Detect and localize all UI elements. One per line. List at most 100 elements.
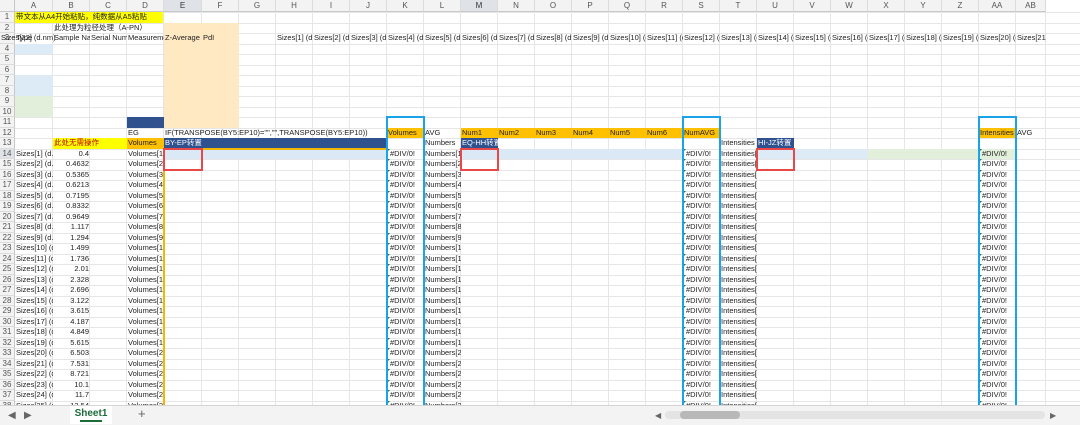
row-header-25[interactable]: 25	[0, 264, 15, 275]
intensities-label-cell[interactable]: Intensities[23] (%)	[720, 380, 757, 391]
volumes-avg-cell[interactable]: #DIV/0!	[387, 359, 424, 370]
header-cell[interactable]: Sizes[21] (d.nm)	[1016, 33, 1046, 44]
numavg-cell[interactable]: #DIV/0!	[683, 359, 720, 370]
size-label-cell[interactable]: Sizes[24] (d.nm)	[15, 390, 53, 401]
size-label-cell[interactable]: Sizes[15] (d.nm)	[15, 296, 53, 307]
row-header-11[interactable]: 11	[0, 117, 15, 128]
column-header-z[interactable]: Z	[942, 0, 979, 12]
header-cell[interactable]: Measurement	[127, 33, 164, 44]
size-label-cell[interactable]: Sizes[16] (d.nm)	[15, 306, 53, 317]
intensities-avg-cell[interactable]: #DIV/0!	[979, 306, 1016, 317]
size-value-cell[interactable]: 8.721	[53, 369, 90, 380]
column-header-n[interactable]: N	[498, 0, 535, 12]
volumes-avg-cell[interactable]: #DIV/0!	[387, 254, 424, 265]
scroll-right-arrow-icon[interactable]: ▶	[1050, 409, 1056, 423]
volumes-avg-cell[interactable]: #DIV/0!	[387, 191, 424, 202]
size-value-cell[interactable]: 3.122	[53, 296, 90, 307]
row-header-21[interactable]: 21	[0, 222, 15, 233]
size-label-cell[interactable]: Sizes[22] (d.nm)	[15, 369, 53, 380]
numbers-label[interactable]: Numbers	[424, 138, 461, 149]
intensities-label-cell[interactable]: Intensities[20] (%)	[720, 348, 757, 359]
volumes-avg-cell[interactable]: #DIV/0!	[387, 338, 424, 349]
size-label-cell[interactable]: Sizes[14] (d.nm)	[15, 285, 53, 296]
header-cell[interactable]: Sizes[9] (d.nm)	[572, 33, 609, 44]
volumes-avg-cell[interactable]: #DIV/0!	[387, 296, 424, 307]
row-header-12[interactable]: 12	[0, 127, 15, 138]
intensities-label-cell[interactable]: Intensities[2] (%)	[720, 159, 757, 170]
row-header-13[interactable]: 13	[0, 138, 15, 149]
header-cell[interactable]: Sizes[14] (d.nm)	[757, 33, 794, 44]
column-header-r[interactable]: R	[646, 0, 683, 12]
header-cell[interactable]: Sizes[13] (d.nm)	[720, 33, 757, 44]
numbers-label-cell[interactable]: Numbers[15] (%)	[424, 296, 461, 307]
volumes-label-cell[interactable]: Volumes[23] (%)	[127, 380, 164, 391]
row-header-16[interactable]: 16	[0, 169, 15, 180]
intensities-label-cell[interactable]: Intensities[14] (%)	[720, 285, 757, 296]
numavg-cell[interactable]: #DIV/0!	[683, 170, 720, 181]
intensities-label-cell[interactable]: Intensities[8] (%)	[720, 222, 757, 233]
size-value-cell[interactable]: 0.5365	[53, 170, 90, 181]
intensities-avg-cell[interactable]: #DIV/0!	[979, 159, 1016, 170]
process-note[interactable]: 此处理为粒径处理（A-PN）	[53, 23, 201, 34]
row-header-31[interactable]: 31	[0, 327, 15, 338]
header-cell[interactable]: PdI	[202, 33, 239, 44]
volumes-avg-cell[interactable]: #DIV/0!	[387, 327, 424, 338]
size-value-cell[interactable]: 3.615	[53, 306, 90, 317]
numbers-label-cell[interactable]: Numbers[16] (%)	[424, 306, 461, 317]
volumes-label[interactable]: Volumes	[387, 128, 417, 139]
avg-label[interactable]: AVG	[424, 128, 461, 139]
size-value-cell[interactable]: 7.531	[53, 359, 90, 370]
row-header-34[interactable]: 34	[0, 358, 15, 369]
size-value-cell[interactable]: 2.696	[53, 285, 90, 296]
column-header-a[interactable]: A	[15, 0, 53, 12]
numbers-label-cell[interactable]: Numbers[9] (%)	[424, 233, 461, 244]
numavg-cell[interactable]: #DIV/0!	[683, 222, 720, 233]
column-header-x[interactable]: X	[868, 0, 905, 12]
size-value-cell[interactable]: 4.849	[53, 327, 90, 338]
volumes-label-cell[interactable]: Volumes[19] (%)	[127, 338, 164, 349]
num-label[interactable]: Num2	[498, 128, 535, 139]
numavg-cell[interactable]: #DIV/0!	[683, 191, 720, 202]
header-cell[interactable]: Sizes[17] (d.nm)	[868, 33, 905, 44]
numbers-label-cell[interactable]: Numbers[20] (%)	[424, 348, 461, 359]
header-cell[interactable]: Sizes[10] (d.nm)	[609, 33, 646, 44]
size-value-cell[interactable]: 1.117	[53, 222, 90, 233]
column-header-e[interactable]: E	[164, 0, 202, 12]
intensities-label-cell[interactable]: Intensities[21] (%)	[720, 359, 757, 370]
size-value-cell[interactable]: 5.615	[53, 338, 90, 349]
volumes-label-cell[interactable]: Volumes[20] (%)	[127, 348, 164, 359]
row-header-33[interactable]: 33	[0, 348, 15, 359]
volumes-avg-cell[interactable]: #DIV/0!	[387, 369, 424, 380]
numavg-cell[interactable]: #DIV/0!	[683, 327, 720, 338]
volumes-label-cell[interactable]: Volumes[9] (%)	[127, 233, 164, 244]
column-header-i[interactable]: I	[313, 0, 350, 12]
intensities-avg-cell[interactable]: #DIV/0!	[979, 191, 1016, 202]
header-cell[interactable]: Sizes[2] (d.nm)	[313, 33, 350, 44]
volumes-label-cell[interactable]: Volumes[7] (%)	[127, 212, 164, 223]
volumes-avg-cell[interactable]: #DIV/0!	[387, 201, 424, 212]
row-header-10[interactable]: 10	[0, 106, 15, 117]
volumes-label-cell[interactable]: Volumes[1] (%)	[127, 149, 164, 160]
volumes-avg-cell[interactable]: #DIV/0!	[387, 275, 424, 286]
volumes-avg-cell[interactable]: #DIV/0!	[387, 222, 424, 233]
row-header-15[interactable]: 15	[0, 159, 15, 170]
no-action-label[interactable]: 此处无需操作	[53, 138, 127, 149]
size-label-cell[interactable]: Sizes[5] (d.nm)	[15, 191, 53, 202]
volumes-label-cell[interactable]: Volumes[8] (%)	[127, 222, 164, 233]
numbers-label-cell[interactable]: Numbers[4] (%)	[424, 180, 461, 191]
row-header-28[interactable]: 28	[0, 295, 15, 306]
row-header-4[interactable]: 4	[0, 43, 15, 54]
numbers-label-cell[interactable]: Numbers[10] (%)	[424, 243, 461, 254]
volumes-label-cell[interactable]: Volumes[5] (%)	[127, 191, 164, 202]
size-label-cell[interactable]: Sizes[2] (d.nm)	[15, 159, 53, 170]
numbers-label-cell[interactable]: Numbers[13] (%)	[424, 275, 461, 286]
transpose-label[interactable]: BY-EP转置	[164, 138, 224, 149]
intensities-avg-cell[interactable]: #DIV/0!	[979, 296, 1016, 307]
size-label-cell[interactable]: Sizes[19] (d.nm)	[15, 338, 53, 349]
numbers-label-cell[interactable]: Numbers[23] (%)	[424, 380, 461, 391]
row-header-19[interactable]: 19	[0, 201, 15, 212]
row-header-29[interactable]: 29	[0, 306, 15, 317]
header-cell[interactable]: Serial Number	[90, 33, 127, 44]
volumes-avg-cell[interactable]: #DIV/0!	[387, 285, 424, 296]
volumes-avg-cell[interactable]: #DIV/0!	[387, 348, 424, 359]
